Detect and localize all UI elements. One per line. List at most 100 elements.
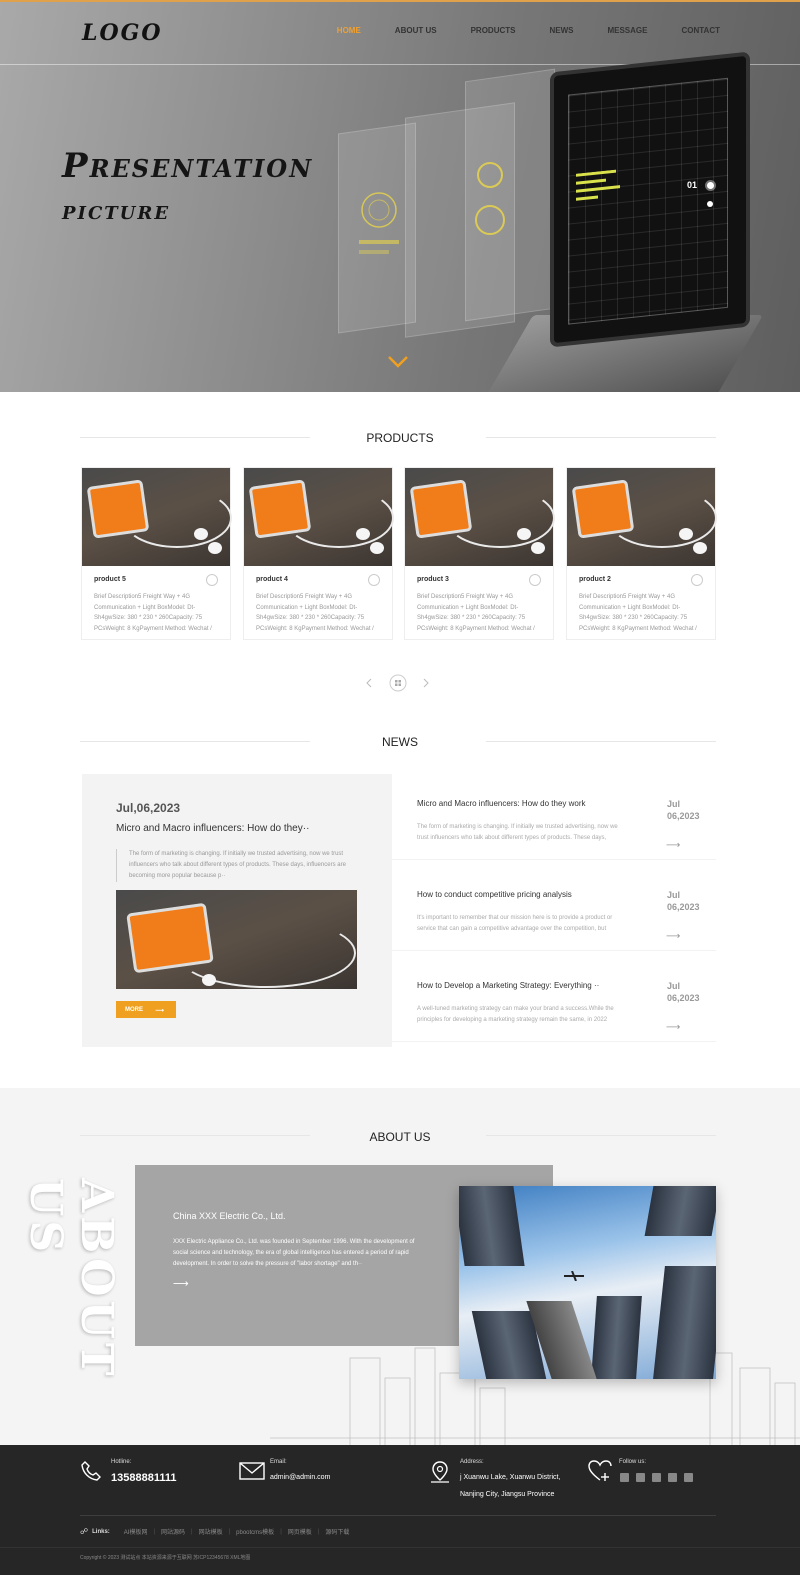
- friend-link[interactable]: 网站模板: [199, 1527, 223, 1536]
- slide-dot-active[interactable]: [707, 182, 714, 189]
- hotline-number[interactable]: 13588881111: [111, 1472, 176, 1484]
- products-heading: PRODUCTS: [366, 431, 434, 445]
- top-accent-line: [0, 0, 800, 2]
- footer-divider: [80, 1515, 716, 1516]
- nav-news[interactable]: NEWS: [549, 26, 573, 35]
- product-more-icon[interactable]: [206, 574, 218, 586]
- product-name: product 4: [256, 576, 288, 583]
- featured-news[interactable]: Jul,06,2023 Micro and Macro influencers:…: [82, 774, 392, 1047]
- location-icon: [431, 1461, 449, 1483]
- about-heading: ABOUT US: [369, 1130, 431, 1144]
- news-heading: NEWS: [382, 735, 418, 749]
- product-image: [567, 468, 717, 566]
- featured-news-date: Jul,06,2023: [116, 801, 181, 815]
- friend-link[interactable]: 源码下载: [325, 1527, 349, 1536]
- hero-gauge-graphic: [475, 162, 505, 235]
- featured-news-image[interactable]: [116, 890, 357, 989]
- wechat-icon[interactable]: [620, 1473, 629, 1482]
- facebook-square-icon[interactable]: [652, 1473, 661, 1482]
- about-section: ABOUT US ABOUT US China XXX Electric Co.…: [0, 1088, 800, 1445]
- product-desc: Brief Description5 Freight Way + 4G Comm…: [256, 594, 374, 632]
- nav-message[interactable]: MESSAGE: [607, 26, 647, 35]
- main-nav: HOME ABOUT US PRODUCTS NEWS MESSAGE CONT…: [303, 26, 720, 35]
- footer-divider: [0, 1547, 800, 1548]
- featured-news-title[interactable]: Micro and Macro influencers: How do they…: [116, 823, 309, 834]
- about-watermark-text: ABOUT US: [20, 1178, 122, 1380]
- laptop-screen: [550, 51, 750, 348]
- follow-label: Follow us:: [619, 1459, 647, 1465]
- product-desc: Brief Description5 Freight Way + 4G Comm…: [579, 594, 697, 632]
- arrow-right-icon[interactable]: ⟶: [666, 1022, 680, 1033]
- arrow-right-icon[interactable]: ⟶: [666, 840, 680, 851]
- hero-title-line1: Presentation: [62, 146, 314, 186]
- heart-plus-icon: [588, 1460, 612, 1481]
- email-address[interactable]: admin@admin.com: [270, 1474, 330, 1481]
- about-building-image: [459, 1186, 716, 1379]
- news-item[interactable]: Micro and Macro influencers: How do they…: [392, 774, 716, 860]
- arrow-right-icon[interactable]: ⟶: [173, 1277, 189, 1290]
- nav-about-us[interactable]: ABOUT US: [395, 26, 437, 35]
- chevron-down-icon[interactable]: [388, 356, 408, 368]
- product-card[interactable]: product 2 Brief Description5 Freight Way…: [566, 467, 717, 640]
- product-card[interactable]: product 4 Brief Description5 Freight Way…: [243, 467, 394, 640]
- news-date: Jul 06,2023: [667, 981, 700, 1003]
- email-label: Email:: [270, 1459, 287, 1465]
- link-icon: ☍: [80, 1527, 89, 1536]
- news-date: Jul 06,2023: [667, 890, 700, 912]
- hero-gauge-graphic: [359, 192, 399, 254]
- product-image: [244, 468, 394, 566]
- nav-home[interactable]: HOME: [337, 26, 361, 35]
- product-image: [82, 468, 232, 566]
- phone-icon: [81, 1461, 101, 1481]
- links-label: Links:: [92, 1528, 110, 1535]
- featured-news-desc: The form of marketing is changing. If in…: [116, 849, 356, 882]
- site-footer: Hotline: 13588881111 Email: admin@admin.…: [0, 1445, 800, 1575]
- about-description: XXX Electric Appliance Co., Ltd. was fou…: [173, 1239, 415, 1267]
- product-more-icon[interactable]: [368, 574, 380, 586]
- product-more-icon[interactable]: [691, 574, 703, 586]
- news-desc: The form of marketing is changing. If in…: [417, 824, 618, 841]
- news-title[interactable]: How to Develop a Marketing Strategy: Eve…: [417, 981, 599, 990]
- nav-contact[interactable]: CONTACT: [681, 26, 720, 35]
- news-title[interactable]: Micro and Macro influencers: How do they…: [417, 799, 586, 808]
- address-line2: Nanjing City, Jiangsu Province: [460, 1491, 555, 1498]
- product-desc: Brief Description5 Freight Way + 4G Comm…: [417, 594, 535, 632]
- nav-products[interactable]: PRODUCTS: [471, 26, 516, 35]
- facebook-icon[interactable]: [636, 1473, 645, 1482]
- hotline-label: Hotline:: [111, 1459, 132, 1465]
- product-card[interactable]: product 3 Brief Description5 Freight Way…: [404, 467, 555, 640]
- friend-link[interactable]: 网站源码: [161, 1527, 185, 1536]
- product-name: product 5: [94, 576, 126, 583]
- product-more-icon[interactable]: [529, 574, 541, 586]
- slide-dot[interactable]: [707, 201, 713, 207]
- product-name: product 2: [579, 576, 611, 583]
- copyright: Copyright © 2023 测试站点 本站资源来源于互联网 苏ICP123…: [80, 1555, 251, 1561]
- about-company-name: China XXX Electric Co., Ltd.: [173, 1211, 286, 1221]
- friend-link[interactable]: 网页模板: [288, 1527, 312, 1536]
- address-line1: j Xuanwu Lake, Xuanwu District,: [460, 1474, 561, 1481]
- hero-title-line2: picture: [62, 196, 171, 226]
- grid-icon: [389, 674, 407, 692]
- more-button[interactable]: MORE ⟶: [116, 1001, 176, 1018]
- twitter-icon[interactable]: [668, 1473, 677, 1482]
- product-card[interactable]: product 5 Brief Description5 Freight Way…: [81, 467, 232, 640]
- product-name: product 3: [417, 576, 449, 583]
- arrow-right-icon[interactable]: ⟶: [666, 931, 680, 942]
- product-desc: Brief Description5 Freight Way + 4G Comm…: [94, 594, 212, 632]
- friend-link[interactable]: pbootcms模板: [236, 1527, 274, 1536]
- address-label: Address:: [460, 1459, 484, 1465]
- product-image: [405, 468, 555, 566]
- news-date: Jul 06,2023: [667, 799, 700, 821]
- news-title[interactable]: How to conduct competitive pricing analy…: [417, 890, 572, 899]
- youtube-icon[interactable]: [684, 1473, 693, 1482]
- friend-link[interactable]: AI模板网: [124, 1527, 148, 1536]
- news-desc: A well-tuned marketing strategy can make…: [417, 1006, 614, 1023]
- news-item[interactable]: How to Develop a Marketing Strategy: Eve…: [392, 956, 716, 1042]
- chevron-right-icon: [423, 678, 429, 688]
- mail-icon: [239, 1462, 265, 1480]
- friend-links: ☍ Links: AI模板网 | 网站源码 | 网站模板 | pbootcms模板 | …: [80, 1527, 350, 1536]
- site-logo[interactable]: LOGO: [82, 20, 163, 46]
- chevron-left-icon: [366, 678, 372, 688]
- news-desc: It's important to remember that our miss…: [417, 915, 613, 932]
- news-item[interactable]: How to conduct competitive pricing analy…: [392, 865, 716, 951]
